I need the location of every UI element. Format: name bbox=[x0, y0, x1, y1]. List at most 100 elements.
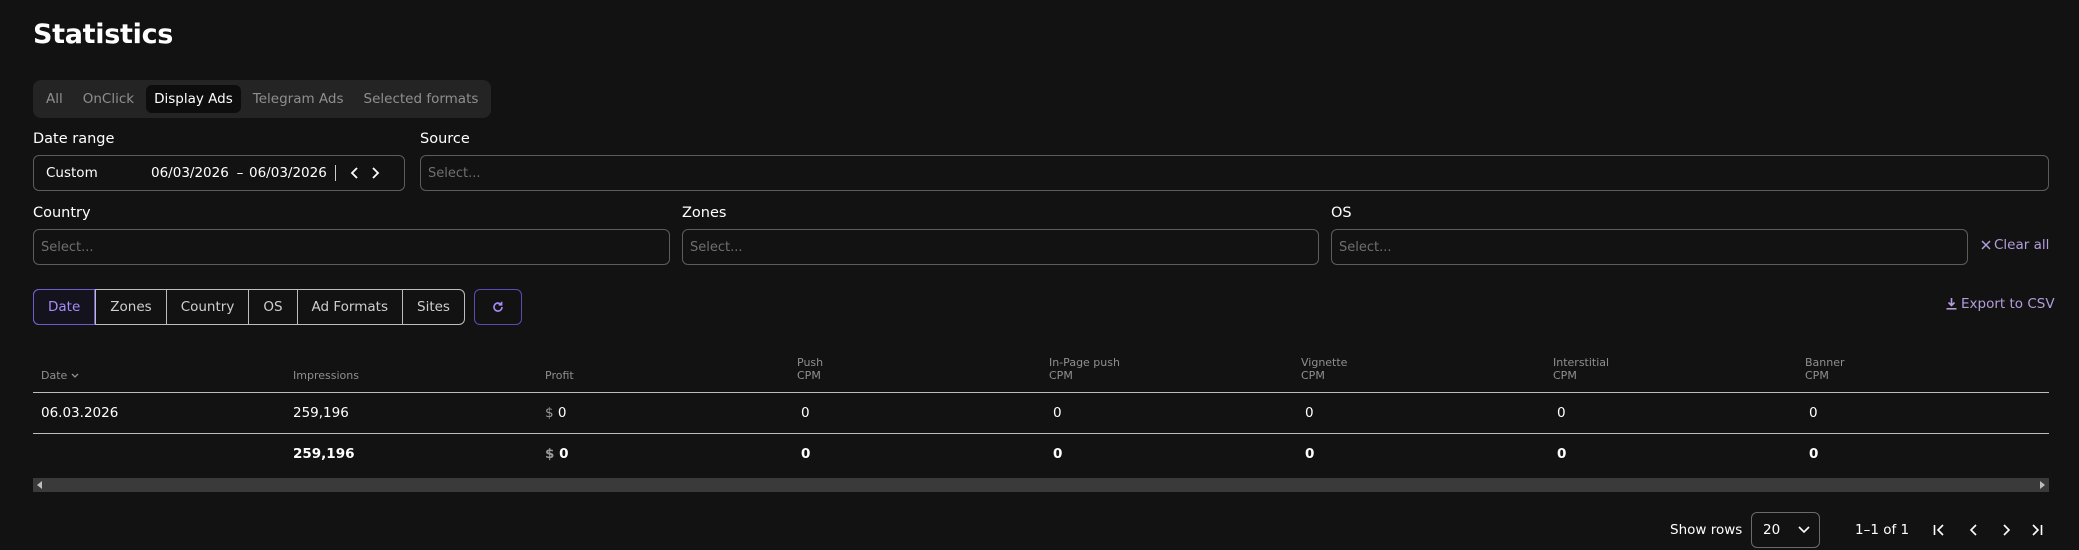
chevron-left-icon bbox=[350, 167, 358, 179]
download-icon bbox=[1946, 298, 1957, 310]
total-push-cpm: 0 bbox=[801, 446, 811, 462]
caret-right-icon bbox=[2040, 481, 2045, 489]
first-page-button[interactable] bbox=[1929, 519, 1951, 541]
column-header-banner-cpm[interactable]: Banner CPM bbox=[1805, 356, 1845, 382]
tab-display-ads[interactable]: Display Ads bbox=[146, 85, 241, 113]
date-range-preset[interactable]: Custom bbox=[46, 165, 151, 181]
total-profit-value: 0 bbox=[559, 446, 569, 462]
group-by-zones[interactable]: Zones bbox=[95, 290, 165, 324]
refresh-button[interactable] bbox=[474, 289, 522, 325]
column-header-push-cpm[interactable]: Push CPM bbox=[797, 356, 823, 382]
os-placeholder: Select... bbox=[1339, 239, 1392, 255]
total-inpage-push-cpm: 0 bbox=[1053, 446, 1063, 462]
group-by-country[interactable]: Country bbox=[165, 290, 249, 324]
chevron-down-icon bbox=[1798, 526, 1810, 534]
horizontal-scrollbar[interactable] bbox=[33, 478, 2049, 492]
total-impressions: 259,196 bbox=[293, 446, 355, 462]
cell-push-cpm: 0 bbox=[801, 405, 810, 421]
export-csv-label: Export to CSV bbox=[1961, 296, 2055, 312]
column-header-sublabel: CPM bbox=[1805, 369, 1829, 382]
refresh-icon bbox=[493, 301, 503, 312]
profit-value: 0 bbox=[557, 405, 567, 421]
group-by-sites[interactable]: Sites bbox=[402, 290, 464, 324]
previous-range-button[interactable] bbox=[345, 161, 365, 185]
cell-interstitial-cpm: 0 bbox=[1557, 405, 1566, 421]
group-by-os[interactable]: OS bbox=[248, 290, 296, 324]
chevron-right-icon bbox=[372, 167, 380, 179]
first-page-icon bbox=[1933, 524, 1944, 536]
column-header-label: Profit bbox=[545, 369, 574, 382]
page-title: Statistics bbox=[33, 19, 174, 50]
tab-onclick[interactable]: OnClick bbox=[75, 85, 142, 113]
rows-per-page-value: 20 bbox=[1763, 522, 1781, 538]
last-page-button[interactable] bbox=[2025, 519, 2047, 541]
group-by-toggle: Date Zones Country OS Ad Formats Sites bbox=[33, 289, 465, 325]
divider bbox=[335, 165, 336, 181]
date-range-end[interactable]: 06/03/2026 bbox=[249, 165, 329, 181]
next-range-button[interactable] bbox=[365, 161, 385, 185]
source-placeholder: Select... bbox=[428, 165, 481, 181]
next-page-icon bbox=[2003, 524, 2011, 536]
country-placeholder: Select... bbox=[41, 239, 94, 255]
column-header-profit[interactable]: Profit bbox=[545, 369, 574, 382]
cell-banner-cpm: 0 bbox=[1809, 405, 1818, 421]
column-header-label: Banner bbox=[1805, 356, 1845, 369]
os-label: OS bbox=[1331, 205, 1352, 221]
date-range-start[interactable]: 06/03/2026 bbox=[151, 165, 231, 181]
column-header-label: Date bbox=[41, 369, 68, 382]
country-select[interactable]: Select... bbox=[33, 229, 670, 265]
previous-page-button[interactable] bbox=[1963, 519, 1985, 541]
currency-symbol: $ bbox=[545, 446, 555, 462]
zones-placeholder: Select... bbox=[690, 239, 743, 255]
cell-profit: $ 0 bbox=[545, 405, 566, 421]
group-by-ad-formats[interactable]: Ad Formats bbox=[296, 290, 402, 324]
date-range-separator: – bbox=[236, 165, 244, 181]
scroll-left-button[interactable] bbox=[33, 478, 47, 492]
column-header-date[interactable]: Date bbox=[41, 369, 79, 382]
show-rows-label: Show rows bbox=[1670, 522, 1743, 538]
column-header-sublabel: CPM bbox=[797, 369, 821, 382]
column-header-label: In-Page push bbox=[1049, 356, 1120, 369]
total-banner-cpm: 0 bbox=[1809, 446, 1819, 462]
column-header-label: Impressions bbox=[293, 369, 359, 382]
next-page-button[interactable] bbox=[1995, 519, 2017, 541]
close-icon bbox=[1981, 240, 1991, 250]
column-header-label: Vignette bbox=[1301, 356, 1348, 369]
os-select[interactable]: Select... bbox=[1331, 229, 1968, 265]
table-header: Date Impressions Profit Push CPM In-Page… bbox=[33, 348, 2049, 393]
column-header-interstitial-cpm[interactable]: Interstitial CPM bbox=[1553, 356, 1609, 382]
column-header-vignette-cpm[interactable]: Vignette CPM bbox=[1301, 356, 1347, 382]
column-header-sublabel: CPM bbox=[1301, 369, 1325, 382]
total-profit: $ 0 bbox=[545, 446, 569, 462]
date-range-label: Date range bbox=[33, 131, 115, 147]
total-interstitial-cpm: 0 bbox=[1557, 446, 1567, 462]
zones-label: Zones bbox=[682, 205, 727, 221]
column-header-sublabel: CPM bbox=[1553, 369, 1577, 382]
source-select[interactable]: Select... bbox=[420, 155, 2049, 191]
cell-impressions: 259,196 bbox=[293, 405, 349, 421]
chevron-down-icon bbox=[71, 373, 79, 378]
previous-page-icon bbox=[1969, 524, 1977, 536]
tab-selected-formats[interactable]: Selected formats bbox=[356, 85, 487, 113]
statistics-table: Date Impressions Profit Push CPM In-Page… bbox=[33, 348, 2049, 474]
export-csv-button[interactable]: Export to CSV bbox=[1946, 296, 2055, 312]
zones-select[interactable]: Select... bbox=[682, 229, 1319, 265]
column-header-impressions[interactable]: Impressions bbox=[293, 369, 359, 382]
country-label: Country bbox=[33, 205, 91, 221]
currency-symbol: $ bbox=[545, 405, 554, 421]
date-range-picker: Custom 06/03/2026 – 06/03/2026 bbox=[33, 155, 405, 191]
cell-vignette-cpm: 0 bbox=[1305, 405, 1314, 421]
scroll-right-button[interactable] bbox=[2035, 478, 2049, 492]
rows-per-page-select[interactable]: 20 bbox=[1751, 512, 1820, 548]
column-header-inpage-push-cpm[interactable]: In-Page push CPM bbox=[1049, 356, 1120, 382]
column-header-label: Push bbox=[797, 356, 824, 369]
clear-all-button[interactable]: Clear all bbox=[1981, 237, 2049, 253]
last-page-icon bbox=[2032, 524, 2043, 536]
statistics-page: Statistics All OnClick Display Ads Teleg… bbox=[0, 0, 2079, 550]
table-row: 06.03.2026 259,196 $ 0 0 0 0 0 0 bbox=[33, 393, 2049, 434]
tab-all[interactable]: All bbox=[38, 85, 71, 113]
source-label: Source bbox=[420, 131, 470, 147]
cell-date: 06.03.2026 bbox=[41, 405, 119, 421]
group-by-date[interactable]: Date bbox=[33, 289, 96, 325]
tab-telegram-ads[interactable]: Telegram Ads bbox=[245, 85, 352, 113]
